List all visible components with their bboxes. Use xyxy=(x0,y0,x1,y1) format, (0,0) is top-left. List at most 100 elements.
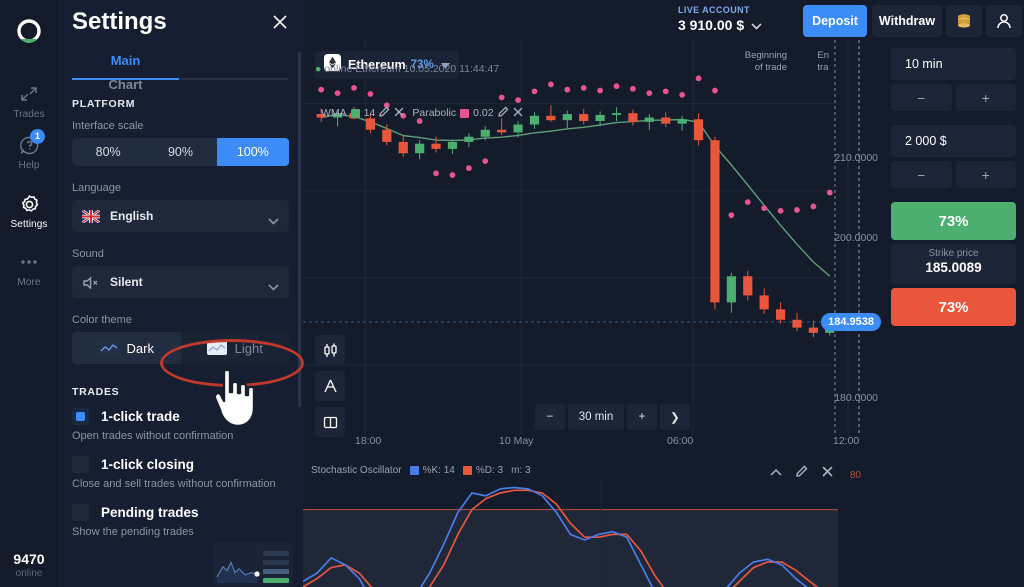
indicator-name: WMA xyxy=(321,107,347,119)
d-color-swatch xyxy=(463,466,472,475)
sidebar-item-label: Settings xyxy=(0,219,58,230)
interface-scale-label: Interface scale xyxy=(72,120,303,132)
timeframe-plus-button[interactable]: + xyxy=(627,404,657,430)
toggle-row-pending-trades[interactable]: Pending trades xyxy=(72,504,303,521)
chevron-down-icon[interactable] xyxy=(751,17,762,33)
oscillator-panel: Stochastic Oscillator %K: 14 %D: 3 m: 3 … xyxy=(303,460,883,587)
edit-icon[interactable] xyxy=(379,106,390,120)
scale-option-80[interactable]: 80% xyxy=(72,138,144,166)
withdraw-button[interactable]: Withdraw xyxy=(872,5,942,37)
toggle-row-1-click-closing[interactable]: 1-click closing xyxy=(72,456,303,473)
toggle-label: 1-click trade xyxy=(101,409,180,424)
layout-icon[interactable] xyxy=(315,407,345,437)
theme-dark-label: Dark xyxy=(127,341,154,356)
color-theme-selector: Dark Light xyxy=(72,332,289,364)
checkbox-pending-trades[interactable] xyxy=(72,504,89,521)
price-tick: 180.0000 xyxy=(834,392,878,404)
pending-trades-preview xyxy=(213,543,293,585)
time-axis: 18:00 10 May 06:00 12:00 xyxy=(303,435,883,453)
checkbox-1-click-trade[interactable] xyxy=(72,408,89,425)
put-button[interactable]: 73% xyxy=(891,288,1016,326)
chevron-down-icon xyxy=(268,212,279,230)
sidebar-item-label: More xyxy=(0,277,58,288)
scale-option-100[interactable]: 100% xyxy=(217,138,289,166)
timeframe-next-button[interactable]: ❯ xyxy=(660,404,690,430)
tab-main[interactable]: Main xyxy=(72,53,179,76)
color-theme-label: Color theme xyxy=(72,314,303,326)
language-select[interactable]: English xyxy=(72,200,289,232)
call-button[interactable]: 73% xyxy=(891,202,1016,240)
time-tick: 06:00 xyxy=(667,435,693,447)
sound-select[interactable]: Silent xyxy=(72,266,289,298)
close-icon[interactable] xyxy=(271,13,289,31)
light-theme-swatch-icon xyxy=(207,341,227,355)
timeframe-value[interactable]: 30 min xyxy=(568,404,624,430)
oscillator-actions xyxy=(770,464,833,482)
left-nav-rail: Trades 1 Help Settings xyxy=(0,0,58,587)
close-icon[interactable] xyxy=(394,107,404,120)
toggle-row-1-click-trade[interactable]: 1-click trade xyxy=(72,408,303,425)
scale-option-90[interactable]: 90% xyxy=(144,138,216,166)
interface-scale-selector: 80% 90% 100% xyxy=(72,138,289,166)
sidebar-item-help[interactable]: 1 Help xyxy=(0,133,58,171)
close-icon[interactable] xyxy=(513,107,523,120)
drawing-tools-icon[interactable] xyxy=(315,371,345,401)
candlestick-icon[interactable] xyxy=(315,335,345,365)
more-icon xyxy=(0,250,58,274)
oscillator-title: Stochastic Oscillator xyxy=(311,465,402,476)
settings-panel: Settings Main Chart PLATFORM Interface s… xyxy=(58,0,303,587)
beginning-line-2: of trade xyxy=(745,62,787,74)
k-param: %K: 14 xyxy=(423,465,455,476)
trades-icon xyxy=(0,82,58,106)
sidebar-item-label: Help xyxy=(0,160,58,171)
amount-minus-button[interactable]: − xyxy=(891,161,952,188)
chart-status-line: ● online Ethereum 10.05.2020 11:44:47 xyxy=(315,63,499,75)
close-icon[interactable] xyxy=(822,464,833,482)
page-title: Settings xyxy=(72,8,167,36)
timeframe-minus-button[interactable]: − xyxy=(535,404,565,430)
app-logo xyxy=(14,18,44,48)
time-tick: 10 May xyxy=(499,435,533,447)
toggle-label: 1-click closing xyxy=(101,457,194,472)
current-price-badge: 184.9538 xyxy=(821,313,881,331)
online-users-counter: 9470 online xyxy=(0,551,58,579)
deposit-button[interactable]: Deposit xyxy=(803,5,867,37)
sidebar-item-more[interactable]: More xyxy=(0,250,58,288)
duration-input[interactable]: 10 min xyxy=(891,48,1016,80)
collapse-icon[interactable] xyxy=(770,464,782,482)
help-icon: 1 xyxy=(0,133,58,157)
duration-plus-button[interactable]: + xyxy=(956,84,1017,111)
amount-plus-button[interactable]: + xyxy=(956,161,1017,188)
status-text: online Ethereum 10.05.2020 11:44:47 xyxy=(324,63,499,75)
settings-scrollbar[interactable] xyxy=(298,52,301,407)
theme-option-dark[interactable]: Dark xyxy=(72,332,181,364)
settings-tabs: Main Chart xyxy=(72,52,288,80)
online-label: online xyxy=(0,568,58,579)
sidebar-item-label: Trades xyxy=(0,109,58,120)
sidebar-item-settings[interactable]: Settings xyxy=(0,192,58,230)
online-count: 9470 xyxy=(0,551,58,567)
toggle-description: Close and sell trades without confirmati… xyxy=(72,478,303,490)
sidebar-item-trades[interactable]: Trades xyxy=(0,82,58,120)
time-tick: 18:00 xyxy=(355,435,381,447)
price-chart-canvas[interactable] xyxy=(303,40,883,460)
tab-underline xyxy=(72,78,288,80)
price-tick: 200.0000 xyxy=(834,232,878,244)
section-platform: PLATFORM xyxy=(72,98,303,110)
theme-option-light[interactable]: Light xyxy=(181,332,290,364)
sound-label: Sound xyxy=(72,248,303,260)
duration-minus-button[interactable]: − xyxy=(891,84,952,111)
coins-icon[interactable] xyxy=(946,5,982,37)
account-selector[interactable]: LIVE ACCOUNT 3 910.00 $ xyxy=(678,5,762,33)
language-label: Language xyxy=(72,182,303,194)
uk-flag-icon xyxy=(82,210,100,223)
balance-value: 3 910.00 $ xyxy=(678,17,744,33)
edit-icon[interactable] xyxy=(498,106,509,120)
profile-icon[interactable] xyxy=(986,5,1022,37)
mute-icon xyxy=(82,276,100,289)
edit-icon[interactable] xyxy=(796,464,808,482)
price-axis: 210.0000 200.0000 190.0000 180.0000 xyxy=(825,40,883,440)
account-type-label: LIVE ACCOUNT xyxy=(678,5,762,15)
amount-input[interactable]: 2 000 $ xyxy=(891,125,1016,157)
checkbox-1-click-closing[interactable] xyxy=(72,456,89,473)
